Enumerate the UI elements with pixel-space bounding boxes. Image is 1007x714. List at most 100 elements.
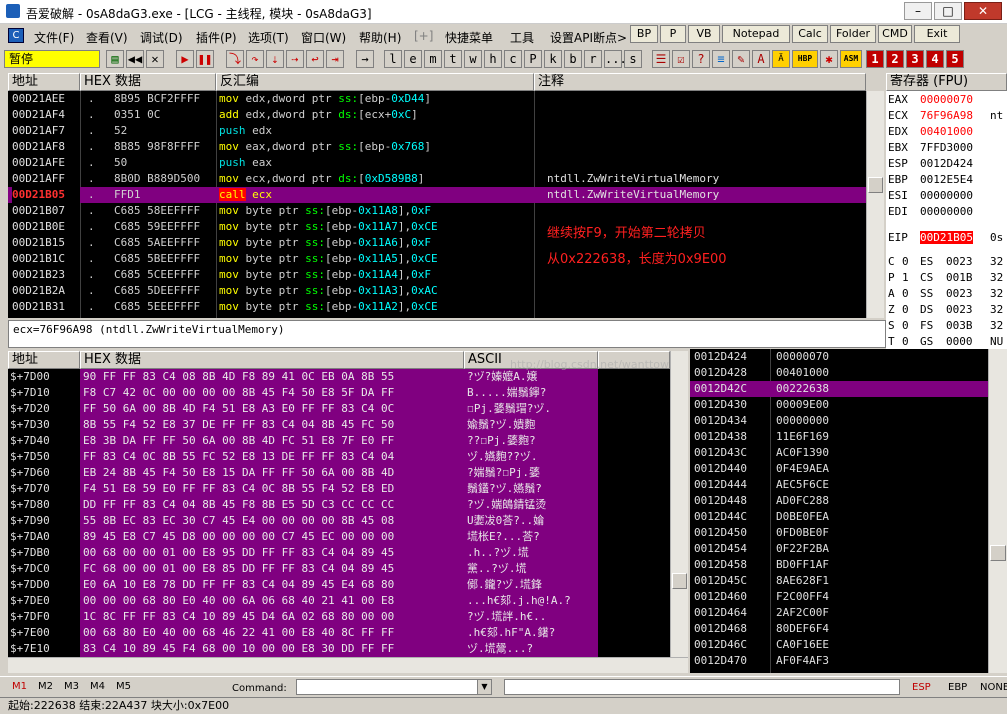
maximize-button[interactable]: □ <box>934 2 962 20</box>
dump-row[interactable]: $+7D70 F4 51 E8 59 E0 FF FF 83 C4 0C 8B 5… <box>8 481 670 497</box>
dump-row[interactable]: $+7DE0 00 00 00 68 80 E0 40 00 6A 06 68 4… <box>8 593 670 609</box>
stack-row[interactable]: 0012D454 0F22F2BA <box>690 541 988 557</box>
disasm-row[interactable]: 00D21B07. C685 58EEFFFF mov byte ptr ss:[e… <box>8 203 866 219</box>
paint-icon[interactable]: ✎ <box>732 50 750 68</box>
register-value[interactable]: 7FFD3000 <box>920 141 973 154</box>
dump-row[interactable]: $+7DF0 1C 8C FF FF 83 C4 10 89 45 D4 6A 0… <box>8 609 670 625</box>
toolbar-btn-e[interactable]: e <box>404 50 422 68</box>
calc-button[interactable]: Calc <box>792 25 828 43</box>
disasm-row[interactable]: 00D21B2A. C685 5DEEFFFF mov byte ptr ss:[e… <box>8 283 866 299</box>
rewind-icon[interactable]: ◀◀ <box>126 50 144 68</box>
folder-button[interactable]: Folder <box>830 25 876 43</box>
stack-row[interactable]: 0012D468 80DEF6F4 <box>690 621 988 637</box>
flag-bit[interactable]: 0 <box>902 255 909 268</box>
stack-row[interactable]: 0012D444 AEC5F6CE <box>690 477 988 493</box>
dump-row[interactable]: $+7D80 DD FF FF 83 C4 04 8B 45 F8 8B E5 5… <box>8 497 670 513</box>
disasm-row[interactable]: 00D21AEE. 8B95 BCF2FFFF mov edx,dword ptr … <box>8 91 866 107</box>
menu-api-breakpoint[interactable]: 设置API断点> <box>550 29 627 46</box>
register-value[interactable]: 0012E5E4 <box>920 173 973 186</box>
tab-m4[interactable]: M4 <box>90 681 105 692</box>
step-into-icon[interactable]: ⤵ <box>226 50 244 68</box>
dump-row[interactable]: $+7D20 FF 50 6A 00 8B 4D F4 51 E8 A3 E0 F… <box>8 401 670 417</box>
stack-row[interactable]: 0012D438 11E6F169 <box>690 429 988 445</box>
p-button[interactable]: P <box>660 25 686 43</box>
toolbar-btn-w[interactable]: w <box>464 50 482 68</box>
dump-row[interactable]: $+7DB0 00 68 00 00 01 00 E8 95 DD FF FF 8… <box>8 545 670 561</box>
dump-scrollbar[interactable] <box>670 351 688 657</box>
toolbar-num-1[interactable]: 1 <box>866 50 884 68</box>
disassembly-scrollbar[interactable] <box>866 91 884 318</box>
toolbar-btn-m[interactable]: m <box>424 50 442 68</box>
stack-row[interactable]: 0012D460 F2C00FF4 <box>690 589 988 605</box>
toolbar-btn-p[interactable]: P <box>524 50 542 68</box>
stack-row[interactable]: 0012D46C CA0F16EE <box>690 637 988 653</box>
toolbar-btn-h[interactable]: h <box>484 50 502 68</box>
toolbar-btn-b[interactable]: b <box>564 50 582 68</box>
trace-over-icon[interactable]: ⇢ <box>286 50 304 68</box>
register-value[interactable]: 00000000 <box>920 189 973 202</box>
dump-row[interactable]: $+7D60 EB 24 8B 45 F4 50 E8 15 DA FF FF 5… <box>8 465 670 481</box>
toolbar-btn-dots[interactable]: ... <box>604 50 627 68</box>
execute-till-return-icon[interactable]: ↩ <box>306 50 324 68</box>
dump-row[interactable]: $+7D40 E8 3B DA FF FF 50 6A 00 8B 4D FC 5… <box>8 433 670 449</box>
dump-row[interactable]: $+7D90 55 8B EC 83 EC 30 C7 45 E4 00 00 0… <box>8 513 670 529</box>
toolbar-btn-s[interactable]: s <box>624 50 642 68</box>
toolbar-btn-c[interactable]: c <box>504 50 522 68</box>
stack-row[interactable]: 0012D440 0F4E9AEA <box>690 461 988 477</box>
stack-scrollbar-thumb[interactable] <box>990 545 1006 561</box>
disasm-row[interactable]: 00D21AFE. 50 push eax <box>8 155 866 171</box>
dump-header-address[interactable]: 地址 <box>8 351 80 369</box>
bullets-icon[interactable]: ≡ <box>712 50 730 68</box>
dump-row[interactable]: $+7D30 8B 55 F4 52 E8 37 DE FF FF 83 C4 0… <box>8 417 670 433</box>
step-over-icon[interactable]: ↷ <box>246 50 264 68</box>
disassembly-scrollbar-thumb[interactable] <box>868 177 883 193</box>
register-value[interactable]: 00000000 <box>920 205 973 218</box>
menu-options[interactable]: 选项(T) <box>248 29 289 46</box>
register-value[interactable]: 76F96A98 <box>920 109 973 122</box>
stack-scrollbar[interactable] <box>988 349 1007 673</box>
toolbar-btn-k[interactable]: k <box>544 50 562 68</box>
stack-row[interactable]: 0012D430 00009E00 <box>690 397 988 413</box>
flag-bit[interactable]: 1 <box>902 271 909 284</box>
asm-icon[interactable]: ASM <box>840 50 862 68</box>
stack-row[interactable]: 0012D470 AF0F4AF3 <box>690 653 988 669</box>
register-value[interactable]: 00000070 <box>920 93 973 106</box>
dump-hscrollbar[interactable] <box>8 657 688 673</box>
dump-row[interactable]: $+7D10 F8 C7 42 0C 00 00 00 00 8B 45 F4 5… <box>8 385 670 401</box>
stack-row[interactable]: 0012D448 AD0FC288 <box>690 493 988 509</box>
vb-button[interactable]: VB <box>688 25 720 43</box>
disasm-row[interactable]: 00D21B31. C685 5EEEFFFF mov byte ptr ss:[e… <box>8 299 866 315</box>
col-header-disasm[interactable]: 反汇编 <box>216 73 534 91</box>
close-button[interactable]: ✕ <box>964 2 1002 20</box>
tab-m1[interactable]: M1 <box>12 681 27 692</box>
disasm-row[interactable]: 00D21AFF. 8B0D B889D500 mov ecx,dword ptr … <box>8 171 866 187</box>
flag-bit[interactable]: 0 <box>902 287 909 300</box>
stack-row[interactable]: 0012D458 BD0FF1AF <box>690 557 988 573</box>
stack-row[interactable]: 0012D450 0FD0BE0F <box>690 525 988 541</box>
toolbar-btn-r[interactable]: r <box>584 50 602 68</box>
menu-debug[interactable]: 调试(D) <box>140 29 183 46</box>
font-icon[interactable]: A <box>752 50 770 68</box>
toolbar-num-5[interactable]: 5 <box>946 50 964 68</box>
stack-row[interactable]: 0012D45C 8AE628F1 <box>690 573 988 589</box>
toolbar-num-2[interactable]: 2 <box>886 50 904 68</box>
dump-pane[interactable]: $+7D00 90 FF FF 83 C4 08 8B 4D F8 89 41 0… <box>8 369 670 657</box>
stack-row[interactable]: 0012D42C 00222638 <box>690 381 988 397</box>
stack-mode-esp[interactable]: ESP <box>912 682 931 693</box>
dump-row[interactable]: $+7DD0 E0 6A 10 E8 78 DD FF FF 83 C4 04 8… <box>8 577 670 593</box>
register-value[interactable]: 00401000 <box>920 125 973 138</box>
trace-into-icon[interactable]: ⇣ <box>266 50 284 68</box>
disasm-row[interactable]: 00D21AF8. 8B85 98F8FFFF mov eax,dword ptr … <box>8 139 866 155</box>
bp-button[interactable]: BP <box>630 25 658 43</box>
chevron-down-icon[interactable]: ▼ <box>477 680 491 694</box>
col-header-comment[interactable]: 注释 <box>534 73 866 91</box>
dump-scrollbar-thumb[interactable] <box>672 573 687 589</box>
cmd-button[interactable]: CMD <box>878 25 912 43</box>
mdi-icon[interactable]: C <box>8 28 24 43</box>
close-file-icon[interactable]: ✕ <box>146 50 164 68</box>
dump-row[interactable]: $+7DA0 89 45 E8 C7 45 D8 00 00 00 00 C7 4… <box>8 529 670 545</box>
register-value-eip[interactable]: 00D21B05 <box>920 231 973 244</box>
disasm-row[interactable]: 00D21B0E. C685 59EEFFFF mov byte ptr ss:[e… <box>8 219 866 235</box>
menu-file[interactable]: 文件(F) <box>34 29 74 46</box>
tab-m5[interactable]: M5 <box>116 681 131 692</box>
